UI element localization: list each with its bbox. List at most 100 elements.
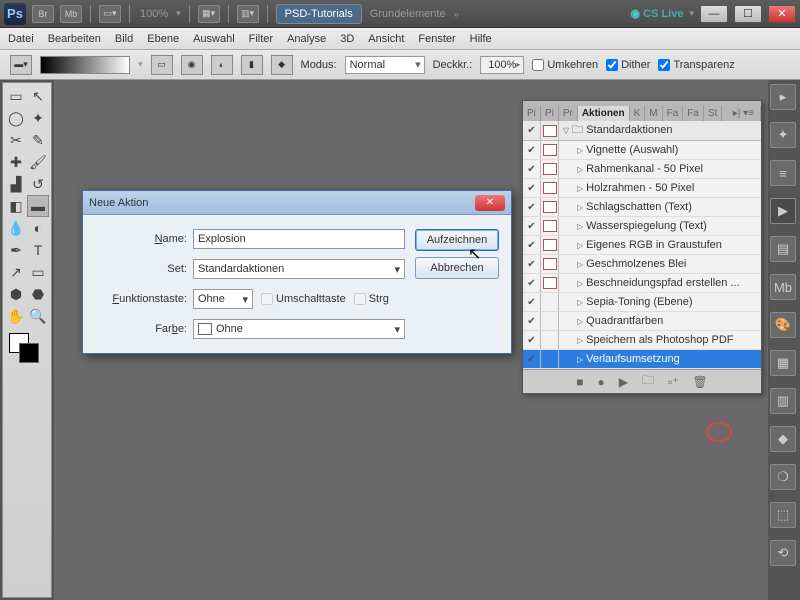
- record-icon[interactable]: ●: [597, 375, 604, 389]
- type-tool[interactable]: T: [27, 239, 49, 261]
- panel-tab[interactable]: Fa: [683, 106, 704, 121]
- gradient-radial-icon[interactable]: ◉: [181, 55, 203, 75]
- set-select[interactable]: Standardaktionen: [193, 259, 405, 279]
- cs-live[interactable]: CS Live: [630, 7, 683, 20]
- dock-icon[interactable]: ≡: [770, 160, 796, 186]
- eraser-tool[interactable]: ◧: [5, 195, 27, 217]
- menu-ansicht[interactable]: Ansicht: [368, 33, 404, 45]
- gradient-reflected-icon[interactable]: ▮: [241, 55, 263, 75]
- action-row[interactable]: ✔▷ Rahmenkanal - 50 Pixel: [523, 160, 761, 179]
- panel-tab-aktionen[interactable]: Aktionen: [578, 106, 630, 121]
- 3d-camera-tool[interactable]: ⬣: [27, 283, 49, 305]
- action-row[interactable]: ✔▷ Schlagschatten (Text): [523, 198, 761, 217]
- tool-preset-icon[interactable]: ▬▾: [10, 55, 32, 75]
- dock-actions-icon[interactable]: ▶: [770, 198, 796, 224]
- action-row[interactable]: ✔▷ Beschneidungspfad erstellen ...: [523, 274, 761, 293]
- hand-tool[interactable]: ✋: [5, 305, 27, 327]
- dialog-titlebar[interactable]: Neue Aktion ✕: [83, 191, 511, 215]
- panel-tab-more[interactable]: ▸| ▾≡: [722, 106, 761, 121]
- new-set-icon[interactable]: 🗀: [642, 371, 654, 392]
- panel-tab[interactable]: St: [704, 106, 722, 121]
- action-row[interactable]: ✔▷ Geschmolzenes Blei: [523, 255, 761, 274]
- move-tool[interactable]: ▭: [5, 85, 27, 107]
- panel-tab[interactable]: Pi: [523, 106, 541, 121]
- action-row[interactable]: ✔▷ Wasserspiegelung (Text): [523, 217, 761, 236]
- umkehren-checkbox[interactable]: Umkehren: [532, 59, 598, 71]
- dock-icon[interactable]: ⟲: [770, 540, 796, 566]
- selection-tool[interactable]: ↖: [27, 85, 49, 107]
- gradient-angle-icon[interactable]: ◐: [211, 55, 233, 75]
- blur-tool[interactable]: 💧: [5, 217, 27, 239]
- gradient-diamond-icon[interactable]: ◆: [271, 55, 293, 75]
- arrange-icon[interactable]: ▥▾: [237, 5, 259, 23]
- menu-filter[interactable]: Filter: [249, 33, 273, 45]
- menu-bild[interactable]: Bild: [115, 33, 133, 45]
- action-row[interactable]: ✔▷ Eigenes RGB in Graustufen: [523, 236, 761, 255]
- action-group[interactable]: ✔▽ 🗀 Standardaktionen: [523, 121, 761, 141]
- name-input[interactable]: Explosion: [193, 229, 405, 249]
- action-row[interactable]: ✔▷ Sepia-Toning (Ebene): [523, 293, 761, 312]
- pen-tool[interactable]: ✒: [5, 239, 27, 261]
- dock-icon[interactable]: ▥: [770, 388, 796, 414]
- play-icon[interactable]: ▶: [619, 375, 628, 389]
- history-brush-tool[interactable]: ↺: [27, 173, 49, 195]
- minibridge-icon[interactable]: Mb: [60, 5, 82, 23]
- zoom-tool[interactable]: 🔍: [27, 305, 49, 327]
- menu-analyse[interactable]: Analyse: [287, 33, 326, 45]
- crop-tool[interactable]: ✂: [5, 129, 27, 151]
- zoom-level[interactable]: 100%: [138, 8, 170, 20]
- dodge-tool[interactable]: ◐: [27, 217, 49, 239]
- shape-tool[interactable]: ▭: [27, 261, 49, 283]
- color-swatches[interactable]: [5, 331, 49, 367]
- panel-tab[interactable]: M: [645, 106, 662, 121]
- dock-icon[interactable]: 🎨: [770, 312, 796, 338]
- bridge-icon[interactable]: Br: [32, 5, 54, 23]
- new-action-icon[interactable]: ▫⁺: [668, 375, 679, 389]
- action-row[interactable]: ✔▷ Quadrantfarben: [523, 312, 761, 331]
- brush-tool[interactable]: 🖌: [27, 151, 49, 173]
- color-select[interactable]: Ohne: [193, 319, 405, 339]
- extras-icon[interactable]: ▦▾: [198, 5, 220, 23]
- screen-mode-icon[interactable]: ▭▾: [99, 5, 121, 23]
- dock-icon[interactable]: ◆: [770, 426, 796, 452]
- action-row[interactable]: ✔▷ Holzrahmen - 50 Pixel: [523, 179, 761, 198]
- panel-tab[interactable]: K: [630, 106, 646, 121]
- menu-fenster[interactable]: Fenster: [418, 33, 455, 45]
- dock-icon[interactable]: ⬚: [770, 502, 796, 528]
- dock-icon[interactable]: ✦: [770, 122, 796, 148]
- panel-tab[interactable]: Fa: [663, 106, 684, 121]
- lasso-tool[interactable]: ◯: [5, 107, 27, 129]
- dock-icon[interactable]: ▸: [770, 84, 796, 110]
- stop-icon[interactable]: ■: [576, 375, 583, 389]
- dock-icon[interactable]: Mb: [770, 274, 796, 300]
- workspace-psd-tutorials[interactable]: PSD-Tutorials: [276, 4, 362, 24]
- path-tool[interactable]: ↗: [5, 261, 27, 283]
- delete-icon[interactable]: 🗑: [693, 375, 708, 389]
- 3d-tool[interactable]: ⬢: [5, 283, 27, 305]
- dock-icon[interactable]: ❍: [770, 464, 796, 490]
- wand-tool[interactable]: ✦: [27, 107, 49, 129]
- deck-value[interactable]: 100%: [480, 56, 524, 74]
- panel-tab[interactable]: Pr: [559, 106, 578, 121]
- window-minimize[interactable]: —: [700, 5, 728, 23]
- action-row[interactable]: ✔▷ Vignette (Auswahl): [523, 141, 761, 160]
- transparenz-checkbox[interactable]: Transparenz: [658, 59, 734, 71]
- action-row[interactable]: ✔▷ Verlaufsumsetzung: [523, 350, 761, 369]
- workspace-more-icon[interactable]: »: [454, 9, 459, 19]
- panel-tab[interactable]: Pi: [541, 106, 559, 121]
- menu-ebene[interactable]: Ebene: [147, 33, 179, 45]
- action-row[interactable]: ✔▷ Speichern als Photoshop PDF: [523, 331, 761, 350]
- gradient-linear-icon[interactable]: ▭: [151, 55, 173, 75]
- record-button[interactable]: Aufzeichnen: [415, 229, 499, 251]
- gradient-tool[interactable]: ▬: [27, 195, 49, 217]
- stamp-tool[interactable]: ▟: [5, 173, 27, 195]
- workspace-grundelemente[interactable]: Grundelemente: [368, 8, 448, 20]
- heal-tool[interactable]: ✚: [5, 151, 27, 173]
- modus-select[interactable]: Normal: [345, 56, 425, 74]
- cancel-button[interactable]: Abbrechen: [415, 257, 499, 279]
- menu-3d[interactable]: 3D: [340, 33, 354, 45]
- fn-select[interactable]: Ohne: [193, 289, 253, 309]
- dialog-close-icon[interactable]: ✕: [475, 195, 505, 211]
- window-maximize[interactable]: ☐: [734, 5, 762, 23]
- eyedropper-tool[interactable]: ✎: [27, 129, 49, 151]
